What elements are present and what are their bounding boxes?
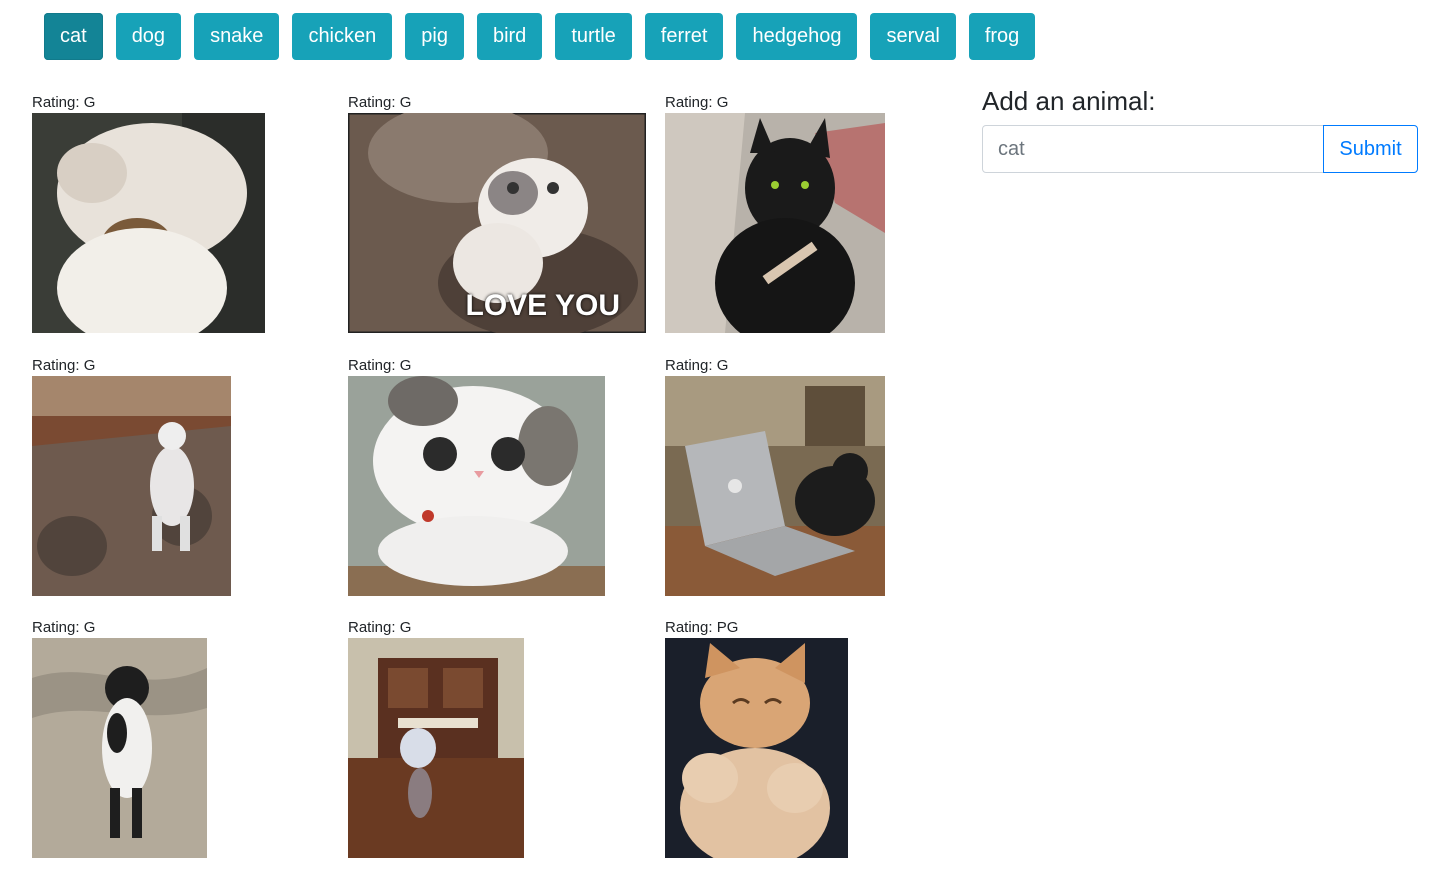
love-you-caption: LOVE YOU bbox=[465, 289, 620, 322]
gif-card: Rating: G bbox=[665, 357, 885, 596]
big-eyed-cat-gif bbox=[348, 376, 605, 596]
gif-rating: Rating: G bbox=[665, 94, 729, 111]
standing-cat-gif bbox=[32, 638, 207, 858]
gif-rating: Rating: G bbox=[32, 357, 96, 374]
gif-card: Rating: G bbox=[665, 94, 885, 333]
animal-button-frog[interactable]: frog bbox=[968, 13, 1036, 60]
animal-button-chicken[interactable]: chicken bbox=[292, 13, 393, 60]
gif-card: Rating: PG bbox=[665, 619, 848, 858]
animal-button-snake[interactable]: snake bbox=[194, 13, 280, 60]
animal-input[interactable] bbox=[982, 125, 1324, 173]
gif-rating: Rating: G bbox=[665, 357, 729, 374]
gif-card: Rating: G bbox=[32, 619, 207, 858]
cat-laptop-gif bbox=[665, 376, 885, 596]
black-cat-nail-file-gif bbox=[665, 113, 885, 333]
gif-rating: Rating: G bbox=[348, 619, 412, 636]
cat-kitchen-floor-gif bbox=[348, 638, 524, 858]
animal-button-turtle[interactable]: turtle bbox=[555, 13, 632, 60]
gif-rating: Rating: G bbox=[348, 94, 412, 111]
gif-card: Rating: G bbox=[32, 357, 231, 596]
animal-button-hedgehog[interactable]: hedgehog bbox=[736, 13, 858, 60]
animal-button-dog[interactable]: dog bbox=[115, 13, 182, 60]
gif-rating: Rating: PG bbox=[665, 619, 739, 636]
add-animal-title: Add an animal: bbox=[982, 86, 1156, 116]
animal-button-bird[interactable]: bird bbox=[476, 13, 543, 60]
gif-card: Rating: G bbox=[32, 94, 265, 333]
gif-card: Rating: G LOVE YOU bbox=[348, 94, 646, 333]
gif-rating: Rating: G bbox=[32, 619, 96, 636]
animal-button-cat[interactable]: cat bbox=[44, 13, 103, 60]
love-you-cat-gif: LOVE YOU bbox=[348, 113, 646, 333]
animal-button-ferret[interactable]: ferret bbox=[644, 13, 724, 60]
submit-button[interactable]: Submit bbox=[1323, 125, 1418, 173]
dancing-white-cat-gif bbox=[32, 376, 231, 596]
orange-kitten-gif bbox=[665, 638, 848, 858]
animal-button-pig[interactable]: pig bbox=[405, 13, 464, 60]
animal-button-row: cat dog snake chicken pig bird turtle ferret hed… bbox=[44, 13, 1036, 60]
animal-button-serval[interactable]: serval bbox=[870, 13, 956, 60]
fluffy-cat-gif bbox=[32, 113, 265, 333]
add-animal-form: Submit bbox=[982, 125, 1418, 173]
gif-card: Rating: G bbox=[348, 357, 605, 596]
gif-card: Rating: G bbox=[348, 619, 524, 858]
gif-rating: Rating: G bbox=[348, 357, 412, 374]
gif-rating: Rating: G bbox=[32, 94, 96, 111]
